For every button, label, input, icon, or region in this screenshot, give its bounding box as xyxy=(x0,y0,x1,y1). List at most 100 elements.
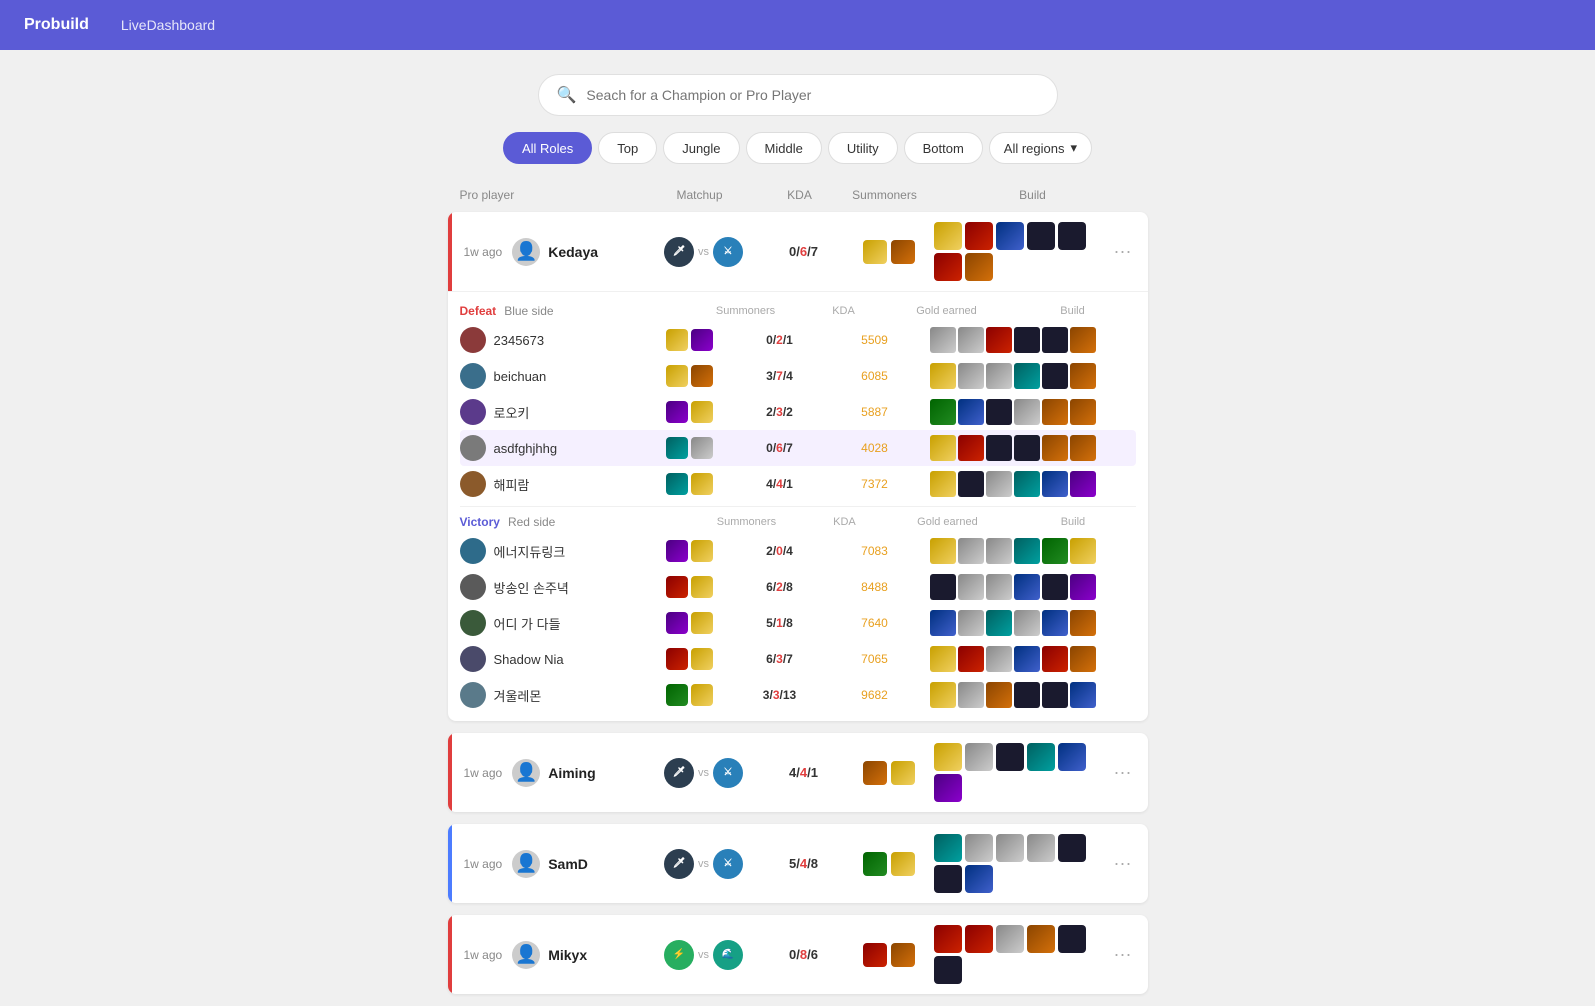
player-info-rooki: 로오키 xyxy=(460,399,640,425)
blue-side-label: Blue side xyxy=(504,304,553,318)
detail-col-gold2: Gold earned xyxy=(892,516,1002,528)
defeat-team-header: Defeat Blue side Summoners KDA Gold earn… xyxy=(460,300,1136,322)
detail-col-summ: Summoners xyxy=(696,305,796,317)
build-mikyx xyxy=(934,925,1110,984)
champ2-kedaya: ⚔ xyxy=(713,237,743,267)
player-row-rooki: 로오키 2/3/2 5887 xyxy=(460,394,1136,430)
i4 xyxy=(1014,363,1040,389)
col-matchup: Matchup xyxy=(640,188,760,202)
player-row-asdfghjhhg: asdfghjhhg 0/6/7 4028 xyxy=(460,430,1136,466)
i5 xyxy=(1042,610,1068,636)
item1-samd xyxy=(934,834,962,862)
item3-aiming xyxy=(996,743,1024,771)
champ-icon-winter xyxy=(460,682,486,708)
i2 xyxy=(958,435,984,461)
summ1-shadow xyxy=(666,648,688,670)
summ1-rooki xyxy=(666,401,688,423)
i5 xyxy=(1042,435,1068,461)
filter-utility[interactable]: Utility xyxy=(828,132,898,164)
i1 xyxy=(930,538,956,564)
more-btn-aiming[interactable]: ··· xyxy=(1110,762,1136,783)
summ1-eodi xyxy=(666,612,688,634)
item5-samd xyxy=(1058,834,1086,862)
player-name-shadow: Shadow Nia xyxy=(494,652,564,667)
i1 xyxy=(930,646,956,672)
region-dropdown[interactable]: All regions ▾ xyxy=(989,132,1092,164)
champ2-mikyx: 🌊 xyxy=(713,940,743,970)
filter-jungle[interactable]: Jungle xyxy=(663,132,739,164)
player-row-beichuan: beichuan 3/7/4 6085 xyxy=(460,358,1136,394)
i4 xyxy=(1014,435,1040,461)
match-header-kedaya: 1w ago 👤 Kedaya 🗡 vs ⚔ 0/6/7 xyxy=(448,212,1148,291)
i5 xyxy=(1042,471,1068,497)
i3 xyxy=(986,363,1012,389)
more-btn-kedaya[interactable]: ··· xyxy=(1110,241,1136,262)
gold-2345673: 5509 xyxy=(820,333,930,347)
filter-top[interactable]: Top xyxy=(598,132,657,164)
player-info-eodi: 어디 가 다들 xyxy=(460,610,640,636)
item3-mikyx xyxy=(996,925,1024,953)
i5 xyxy=(1042,399,1068,425)
search-input[interactable] xyxy=(586,87,1038,103)
build-happyram xyxy=(930,471,1136,497)
matchup-aiming: 🗡 vs ⚔ xyxy=(644,758,764,788)
summoners-mikyx xyxy=(844,943,934,967)
summ-pair-shadow xyxy=(640,648,740,670)
item1-aiming xyxy=(934,743,962,771)
summ2-samd xyxy=(891,852,915,876)
summ1-kedaya xyxy=(863,240,887,264)
champ1-kedaya: 🗡 xyxy=(664,237,694,267)
item2-samd xyxy=(965,834,993,862)
item7-kedaya xyxy=(965,253,993,281)
time-aiming: 1w ago xyxy=(464,766,503,780)
summ2-mikyx xyxy=(891,943,915,967)
filter-bottom[interactable]: Bottom xyxy=(904,132,983,164)
kda-eodi: 5/1/8 xyxy=(740,616,820,630)
summ-pair-energy xyxy=(640,540,740,562)
i3 xyxy=(986,538,1012,564)
summ1-bangsong xyxy=(666,576,688,598)
champ-icon-2345673 xyxy=(460,327,486,353)
i6 xyxy=(1070,435,1096,461)
i6 xyxy=(1070,574,1096,600)
time-player-samd: 1w ago 👤 SamD xyxy=(464,850,644,878)
build-bangsong xyxy=(930,574,1136,600)
kda-asdfghjhhg: 0/6/7 xyxy=(740,441,820,455)
item6-kedaya xyxy=(934,253,962,281)
kda-winter: 3/3/13 xyxy=(740,688,820,702)
summ2-shadow xyxy=(691,648,713,670)
live-dashboard-nav[interactable]: LiveDashboard xyxy=(121,17,215,33)
role-filters: All Roles Top Jungle Middle Utility Bott… xyxy=(0,132,1595,164)
time-player-mikyx: 1w ago 👤 Mikyx xyxy=(464,941,644,969)
more-btn-samd[interactable]: ··· xyxy=(1110,853,1136,874)
player-info-2345673: 2345673 xyxy=(460,327,640,353)
kda-2345673: 0/2/1 xyxy=(740,333,820,347)
i2 xyxy=(958,682,984,708)
i4 xyxy=(1014,399,1040,425)
search-icon: 🔍 xyxy=(557,85,577,105)
gold-beichuan: 6085 xyxy=(820,369,930,383)
summoners-kedaya xyxy=(844,240,934,264)
filter-middle[interactable]: Middle xyxy=(746,132,822,164)
name-aiming: Aiming xyxy=(548,765,595,781)
i6 xyxy=(1070,399,1096,425)
i1 xyxy=(930,682,956,708)
i6 xyxy=(1070,610,1096,636)
filter-all-roles[interactable]: All Roles xyxy=(503,132,592,164)
gold-happyram: 7372 xyxy=(820,477,930,491)
summoners-aiming xyxy=(844,761,934,785)
build-eodi xyxy=(930,610,1136,636)
player-row-shadow: Shadow Nia 6/3/7 7065 xyxy=(460,641,1136,677)
i4 xyxy=(1014,538,1040,564)
gold-rooki: 5887 xyxy=(820,405,930,419)
player-name-winter: 겨울레몬 xyxy=(494,686,542,705)
more-btn-mikyx[interactable]: ··· xyxy=(1110,944,1136,965)
i2 xyxy=(958,471,984,497)
kda-kills-kedaya: 0/ xyxy=(789,244,800,259)
player-name-bangsong: 방송인 손주녁 xyxy=(494,578,569,597)
champ2-samd: ⚔ xyxy=(713,849,743,879)
match-card-kedaya: 1w ago 👤 Kedaya 🗡 vs ⚔ 0/6/7 xyxy=(448,212,1148,721)
header: Probuild LiveDashboard xyxy=(0,0,1595,50)
item3-kedaya xyxy=(996,222,1024,250)
item6-mikyx xyxy=(934,956,962,984)
